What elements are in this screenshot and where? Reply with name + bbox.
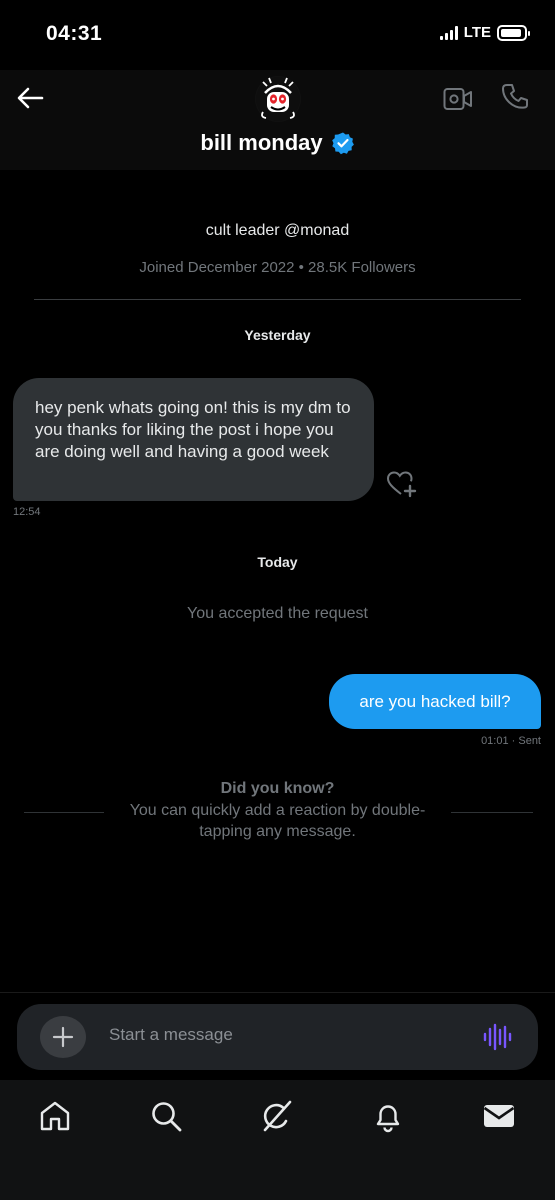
home-icon [40, 1101, 70, 1131]
divider [34, 299, 521, 300]
composer-divider [0, 992, 555, 993]
audio-wave-icon [483, 1023, 512, 1051]
avatar-face-icon [256, 77, 300, 121]
status-bar: 04:31 LTE [0, 0, 555, 70]
envelope-icon [483, 1105, 515, 1127]
bell-icon [376, 1105, 400, 1133]
incoming-message-time: 12:54 [13, 506, 41, 518]
tab-search[interactable] [148, 1098, 184, 1134]
contact-name: bill monday [200, 130, 323, 155]
verified-badge-icon [331, 132, 354, 155]
tab-notifications[interactable] [370, 1098, 406, 1134]
tip-line-left [24, 812, 104, 813]
avatar[interactable] [255, 76, 301, 122]
header-title[interactable]: bill monday [0, 130, 555, 156]
date-separator-yesterday: Yesterday [244, 327, 311, 343]
grok-icon [263, 1100, 292, 1132]
network-type: LTE [463, 24, 491, 41]
video-call-button[interactable] [443, 86, 473, 112]
plus-icon [52, 1026, 74, 1048]
tip-line-right [451, 812, 533, 813]
tip-text: You can quickly add a reaction by double… [104, 800, 451, 842]
tab-grok[interactable] [259, 1098, 295, 1134]
phone-icon [502, 84, 528, 109]
heart-plus-icon [386, 471, 417, 498]
signal-icon [439, 25, 458, 40]
outgoing-message[interactable]: are you hacked bill? [329, 674, 541, 729]
tip-title: Did you know? [220, 780, 335, 797]
arrow-left-icon [17, 87, 44, 109]
tab-messages[interactable] [481, 1098, 517, 1134]
incoming-message[interactable]: hey penk whats going on! this is my dm t… [13, 378, 374, 501]
message-composer [17, 1004, 538, 1070]
message-input[interactable] [109, 1025, 449, 1045]
voice-message-button[interactable] [482, 1023, 512, 1051]
date-separator-today: Today [257, 554, 298, 570]
status-time: 04:31 [46, 22, 103, 45]
profile-joined: Joined December 2022 • 28.5K Followers [139, 259, 416, 276]
tab-home[interactable] [37, 1098, 73, 1134]
status-indicators: LTE [439, 24, 530, 41]
voice-call-button[interactable] [500, 82, 530, 112]
add-media-button[interactable] [40, 1016, 86, 1058]
back-button[interactable] [14, 82, 46, 114]
video-camera-icon [443, 88, 472, 110]
bottom-tab-bar [0, 1080, 555, 1200]
request-accepted-notice: You accepted the request [187, 605, 368, 622]
conversation-header: bill monday [0, 70, 555, 170]
profile-bio: cult leader @monad [205, 222, 350, 239]
search-icon [152, 1102, 182, 1132]
outgoing-message-meta: 01:01 · Sent [481, 735, 541, 747]
add-reaction-button[interactable] [386, 470, 418, 500]
battery-icon [497, 24, 530, 41]
